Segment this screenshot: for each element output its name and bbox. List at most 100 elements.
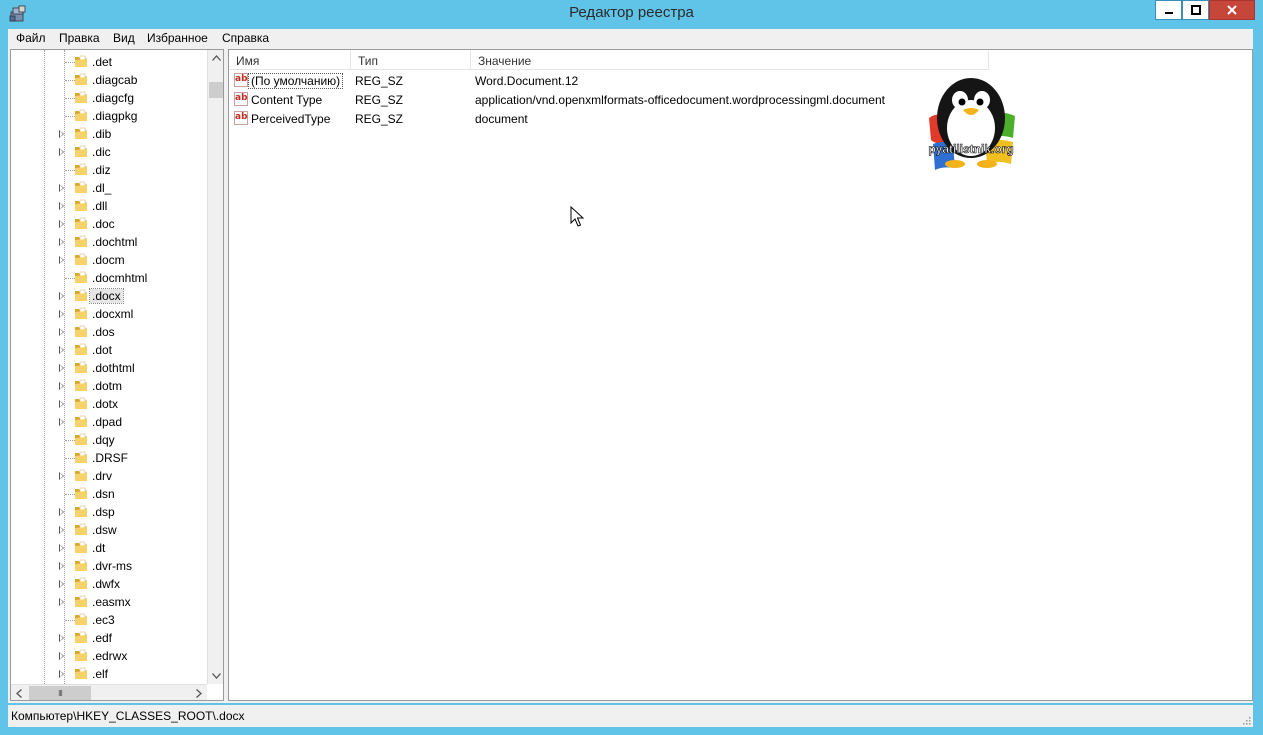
- expand-arrow-icon[interactable]: [59, 652, 64, 660]
- expand-arrow-icon[interactable]: [59, 580, 64, 588]
- header-divider: [229, 69, 989, 70]
- expand-arrow-icon[interactable]: [59, 418, 64, 426]
- folder-icon: [75, 631, 87, 643]
- scroll-right-button[interactable]: [191, 685, 207, 700]
- tree-item[interactable]: .dochtml: [11, 233, 207, 251]
- column-header-name[interactable]: Имя: [229, 50, 351, 69]
- column-header-type[interactable]: Тип: [351, 50, 471, 69]
- menu-help[interactable]: Справка: [222, 31, 269, 45]
- tree-horizontal-scrollbar[interactable]: III: [11, 684, 207, 700]
- tree-item[interactable]: .diz: [11, 161, 207, 179]
- expand-arrow-icon[interactable]: [59, 634, 64, 642]
- expand-arrow-icon[interactable]: [59, 328, 64, 336]
- scroll-left-button[interactable]: [11, 685, 27, 700]
- column-header-data[interactable]: Значение: [471, 50, 989, 69]
- expand-arrow-icon[interactable]: [59, 346, 64, 354]
- value-row[interactable]: ab Content Type REG_SZ application/vnd.open…: [229, 90, 1229, 109]
- tree-item[interactable]: .dsn: [11, 485, 207, 503]
- tree-item[interactable]: .dic: [11, 143, 207, 161]
- close-button[interactable]: [1209, 0, 1255, 20]
- resize-grip-icon[interactable]: [1241, 715, 1251, 725]
- folder-icon: [75, 649, 87, 661]
- status-bar: Компьютер\HKEY_CLASSES_ROOT\.docx: [8, 705, 1253, 727]
- expand-arrow-icon[interactable]: [59, 670, 64, 678]
- tree-item[interactable]: .ec3: [11, 611, 207, 629]
- tree-item[interactable]: .dib: [11, 125, 207, 143]
- tree-item-label: .dothtml: [92, 361, 135, 375]
- tree-item[interactable]: .edf: [11, 629, 207, 647]
- folder-icon: [75, 325, 87, 337]
- expand-arrow-icon[interactable]: [59, 544, 64, 552]
- tree-item[interactable]: .edrwx: [11, 647, 207, 665]
- tree-item-label: .dotx: [92, 397, 119, 411]
- expand-arrow-icon[interactable]: [59, 238, 64, 246]
- value-list[interactable]: Имя Тип Значение ab (По умолчанию) REG_SZ W…: [228, 49, 1253, 701]
- key-tree[interactable]: .det .diagcab .diagcfg .diagpkg .dib .dic .diz…: [10, 49, 224, 701]
- expand-arrow-icon[interactable]: [59, 184, 64, 192]
- value-data: Word.Document.12: [475, 74, 579, 88]
- expand-arrow-icon[interactable]: [59, 148, 64, 156]
- expand-arrow-icon[interactable]: [59, 382, 64, 390]
- mouse-cursor-icon: [570, 206, 584, 227]
- expand-arrow-icon[interactable]: [59, 256, 64, 264]
- tree-item[interactable]: .dwfx: [11, 575, 207, 593]
- value-row[interactable]: ab (По умолчанию) REG_SZ Word.Document.12: [229, 71, 1229, 90]
- scroll-down-button[interactable]: [208, 668, 223, 684]
- tree-item[interactable]: .dotm: [11, 377, 207, 395]
- value-row[interactable]: ab PerceivedType REG_SZ document: [229, 109, 1229, 128]
- expand-arrow-icon[interactable]: [59, 364, 64, 372]
- menu-edit[interactable]: Правка: [59, 31, 100, 45]
- tree-item[interactable]: .dsp: [11, 503, 207, 521]
- tree-item[interactable]: .dotx: [11, 395, 207, 413]
- tree-item[interactable]: .dl_: [11, 179, 207, 197]
- maximize-button[interactable]: [1182, 0, 1209, 20]
- tree-item[interactable]: .docm: [11, 251, 207, 269]
- tree-vertical-scrollbar[interactable]: [207, 50, 223, 684]
- tree-item[interactable]: .dpad: [11, 413, 207, 431]
- tree-item[interactable]: .dt: [11, 539, 207, 557]
- tree-item[interactable]: .docxml: [11, 305, 207, 323]
- expand-arrow-icon[interactable]: [59, 526, 64, 534]
- tree-item[interactable]: .dos: [11, 323, 207, 341]
- tree-item[interactable]: .det: [11, 53, 207, 71]
- menu-view[interactable]: Вид: [113, 31, 135, 45]
- tree-item[interactable]: .easmx: [11, 593, 207, 611]
- scroll-thumb-horizontal[interactable]: III: [29, 686, 91, 700]
- tree-item[interactable]: .dvr-ms: [11, 557, 207, 575]
- scroll-thumb[interactable]: [209, 82, 223, 98]
- expand-arrow-icon[interactable]: [59, 220, 64, 228]
- menu-favorites[interactable]: Избранное: [147, 31, 208, 45]
- expand-arrow-icon[interactable]: [59, 508, 64, 516]
- tree-item[interactable]: .diagcab: [11, 71, 207, 89]
- tree-item[interactable]: .docmhtml: [11, 269, 207, 287]
- tree-item[interactable]: .dothtml: [11, 359, 207, 377]
- expand-arrow-icon[interactable]: [59, 598, 64, 606]
- scroll-up-button[interactable]: [208, 50, 223, 66]
- expand-arrow-icon[interactable]: [59, 310, 64, 318]
- expand-arrow-icon[interactable]: [59, 202, 64, 210]
- expand-arrow-icon[interactable]: [59, 472, 64, 480]
- tree-item[interactable]: .doc: [11, 215, 207, 233]
- menu-file[interactable]: Файл: [16, 31, 46, 45]
- minimize-button[interactable]: [1155, 0, 1182, 20]
- tree-item[interactable]: .docx: [11, 287, 207, 305]
- tree-item[interactable]: .drv: [11, 467, 207, 485]
- value-data: document: [475, 112, 528, 126]
- expand-arrow-icon[interactable]: [59, 292, 64, 300]
- expand-arrow-icon[interactable]: [59, 562, 64, 570]
- folder-icon: [75, 667, 87, 679]
- expand-arrow-icon[interactable]: [59, 400, 64, 408]
- tree-item[interactable]: .DRSF: [11, 449, 207, 467]
- tree-item[interactable]: .diagpkg: [11, 107, 207, 125]
- expand-arrow-icon[interactable]: [59, 130, 64, 138]
- tree-item[interactable]: .elf: [11, 665, 207, 683]
- folder-icon: [75, 289, 87, 301]
- tree-item[interactable]: .dsw: [11, 521, 207, 539]
- tree-item-label: .dt: [92, 541, 106, 555]
- tree-item[interactable]: .dll: [11, 197, 207, 215]
- title-bar[interactable]: Редактор реестра: [0, 0, 1263, 28]
- tree-item[interactable]: .dot: [11, 341, 207, 359]
- folder-icon: [75, 73, 87, 85]
- tree-item[interactable]: .dqy: [11, 431, 207, 449]
- tree-item[interactable]: .diagcfg: [11, 89, 207, 107]
